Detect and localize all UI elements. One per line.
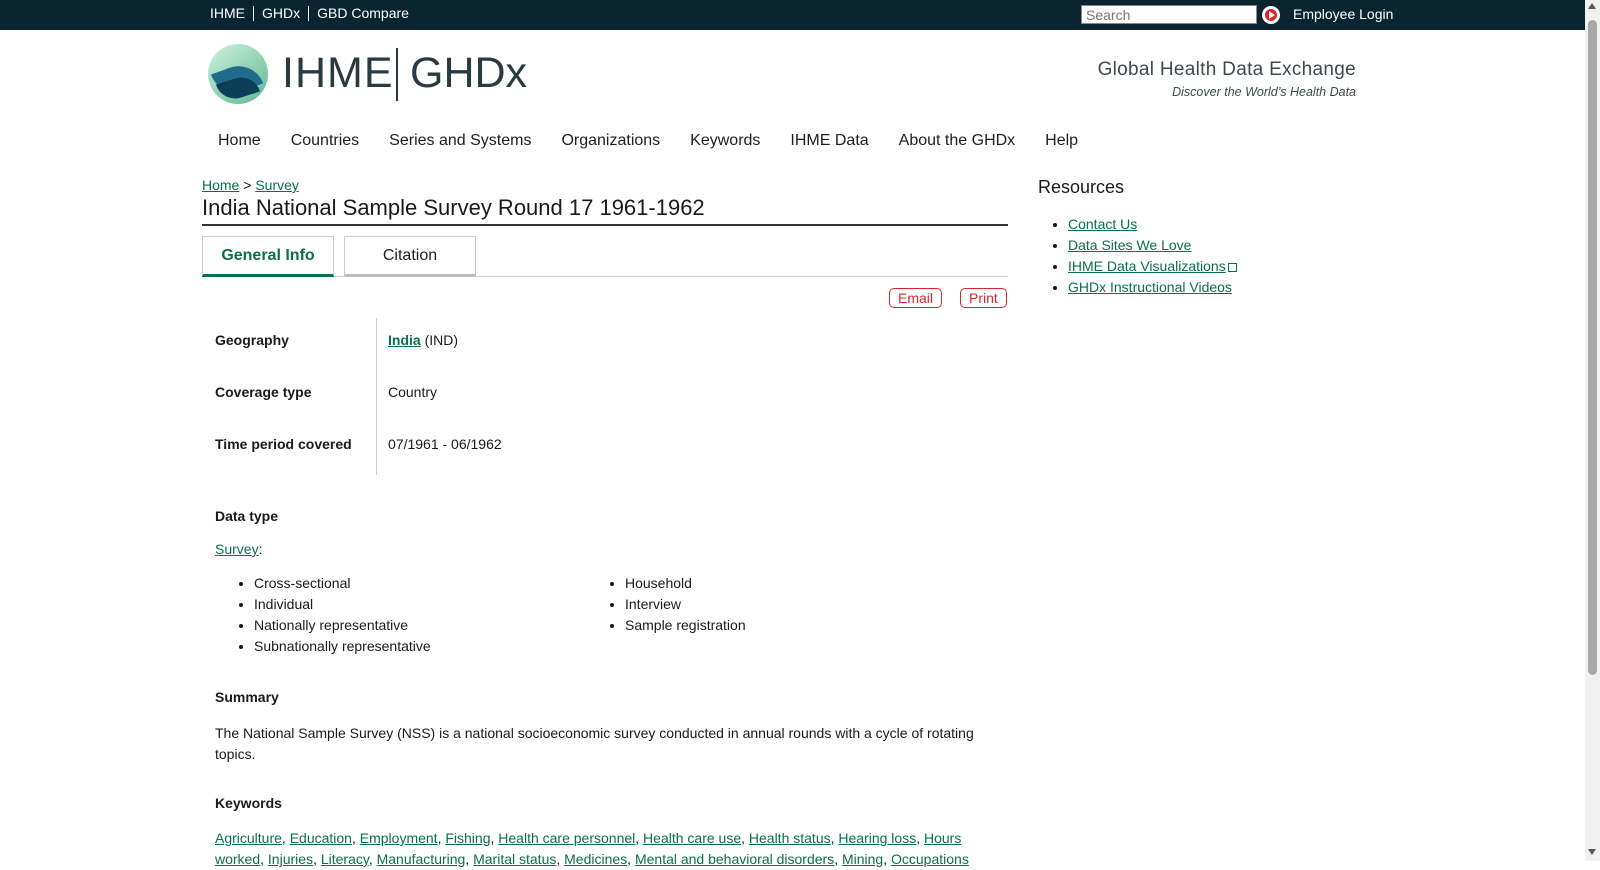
scroll-thumb[interactable] xyxy=(1588,20,1597,675)
top-links: IHME GHDx GBD Compare xyxy=(210,6,417,21)
keywords-heading: Keywords xyxy=(215,795,282,811)
nav-home[interactable]: Home xyxy=(218,132,261,150)
keyword-link[interactable]: Injuries xyxy=(268,851,313,867)
resource-item: IHME Data Visualizations xyxy=(1068,256,1237,277)
external-link-icon xyxy=(1227,263,1237,272)
search-go-button[interactable] xyxy=(1262,6,1280,24)
resource-item: Data Sites We Love xyxy=(1068,235,1237,256)
nav-about-the-ghdx[interactable]: About the GHDx xyxy=(899,132,1016,150)
nav-ihme-data[interactable]: IHME Data xyxy=(790,132,868,150)
site-subtagline: Discover the World’s Health Data xyxy=(1172,85,1356,99)
keyword-link[interactable]: Education xyxy=(290,830,352,846)
keyword-list: Agriculture, Education, Employment, Fish… xyxy=(215,830,969,867)
breadcrumb-separator: > xyxy=(243,177,252,193)
keyword-link[interactable]: Health care use xyxy=(643,830,741,846)
top-link-ghdx[interactable]: GHDx xyxy=(253,6,308,21)
top-link-gbd-compare[interactable]: GBD Compare xyxy=(308,6,417,21)
search-input[interactable] xyxy=(1081,5,1257,24)
time-period-value: 07/1961 - 06/1962 xyxy=(388,436,502,452)
email-button[interactable]: Email xyxy=(889,288,943,308)
resource-ihme-viz[interactable]: IHME Data Visualizations xyxy=(1068,258,1226,274)
list-item: Household xyxy=(625,573,746,594)
logo-ihme-text[interactable]: IHME xyxy=(282,48,394,98)
list-item: Subnationally representative xyxy=(254,636,431,657)
data-type-survey: Survey: xyxy=(215,541,263,557)
list-item: Nationally representative xyxy=(254,615,431,636)
list-item: Interview xyxy=(625,594,746,615)
keyword-link[interactable]: Literacy xyxy=(321,851,369,867)
top-bar: IHME GHDx GBD Compare Employee Login xyxy=(0,0,1585,30)
keyword-link[interactable]: Hearing loss xyxy=(838,830,916,846)
resource-data-sites[interactable]: Data Sites We Love xyxy=(1068,237,1191,253)
page-title: India National Sample Survey Round 17 19… xyxy=(202,194,1008,226)
list-item: Sample registration xyxy=(625,615,746,636)
geography-label: Geography xyxy=(215,332,289,348)
summary-text: The National Sample Survey (NSS) is a na… xyxy=(215,725,974,762)
main-nav: Home Countries Series and Systems Organi… xyxy=(218,132,1108,150)
coverage-type-value: Country xyxy=(388,384,438,400)
geography-link[interactable]: India xyxy=(388,332,421,348)
info-divider xyxy=(376,318,377,475)
resource-contact-us[interactable]: Contact Us xyxy=(1068,216,1137,232)
summary-heading: Summary xyxy=(215,689,279,705)
nav-keywords[interactable]: Keywords xyxy=(690,132,760,150)
data-type-list-2: Household Interview Sample registration xyxy=(585,573,746,636)
nav-organizations[interactable]: Organizations xyxy=(561,132,660,150)
data-type-heading: Data type xyxy=(215,508,279,524)
scroll-down-icon[interactable] xyxy=(1588,849,1596,855)
data-type-list-1: Cross-sectional Individual Nationally re… xyxy=(214,573,431,657)
keyword-link[interactable]: Health care personnel xyxy=(498,830,635,846)
coverage-type-label: Coverage type xyxy=(215,384,312,400)
list-item: Individual xyxy=(254,594,431,615)
page-scrollbar[interactable] xyxy=(1585,0,1600,861)
keyword-link[interactable]: Health status xyxy=(749,830,831,846)
resource-videos[interactable]: GHDx Instructional Videos xyxy=(1068,279,1232,295)
resource-item: GHDx Instructional Videos xyxy=(1068,277,1237,298)
breadcrumb-survey[interactable]: Survey xyxy=(255,177,299,193)
top-link-ihme[interactable]: IHME xyxy=(210,6,253,21)
keyword-link[interactable]: Medicines xyxy=(564,851,627,867)
nav-help[interactable]: Help xyxy=(1045,132,1078,150)
breadcrumb: Home > Survey xyxy=(202,177,299,193)
site-tagline: Global Health Data Exchange xyxy=(1097,59,1356,80)
keyword-link[interactable]: Mining xyxy=(842,851,883,867)
keyword-link[interactable]: Manufacturing xyxy=(377,851,466,867)
tab-citation[interactable]: Citation xyxy=(344,236,476,277)
list-item: Cross-sectional xyxy=(254,573,431,594)
geography-code: (IND) xyxy=(424,332,458,348)
nav-countries[interactable]: Countries xyxy=(291,132,359,150)
print-button[interactable]: Print xyxy=(960,288,1007,308)
resources-list: Contact Us Data Sites We Love IHME Data … xyxy=(1029,214,1237,298)
logo-divider xyxy=(396,48,398,101)
geography-value: India (IND) xyxy=(388,332,458,348)
nav-series-and-systems[interactable]: Series and Systems xyxy=(389,132,531,150)
breadcrumb-home[interactable]: Home xyxy=(202,177,239,193)
scroll-up-icon[interactable] xyxy=(1588,3,1596,9)
resource-item: Contact Us xyxy=(1068,214,1237,235)
keyword-link[interactable]: Fishing xyxy=(445,830,490,846)
logo-ghdx-text[interactable]: GHDx xyxy=(410,48,527,98)
keyword-link[interactable]: Occupations xyxy=(891,851,969,867)
play-icon xyxy=(1269,11,1275,19)
employee-login-link[interactable]: Employee Login xyxy=(1293,6,1393,22)
keyword-link[interactable]: Marital status xyxy=(473,851,556,867)
tab-bar: General Info Citation xyxy=(202,236,1008,277)
keyword-link[interactable]: Employment xyxy=(360,830,438,846)
resources-heading: Resources xyxy=(1038,177,1125,197)
tab-general-info[interactable]: General Info xyxy=(202,236,334,277)
keyword-link[interactable]: Mental and behavioral disorders xyxy=(635,851,834,867)
data-type-survey-link[interactable]: Survey xyxy=(215,541,259,557)
keyword-link[interactable]: Agriculture xyxy=(215,830,282,846)
ihme-logo-icon[interactable] xyxy=(208,44,268,104)
time-period-label: Time period covered xyxy=(215,436,352,452)
